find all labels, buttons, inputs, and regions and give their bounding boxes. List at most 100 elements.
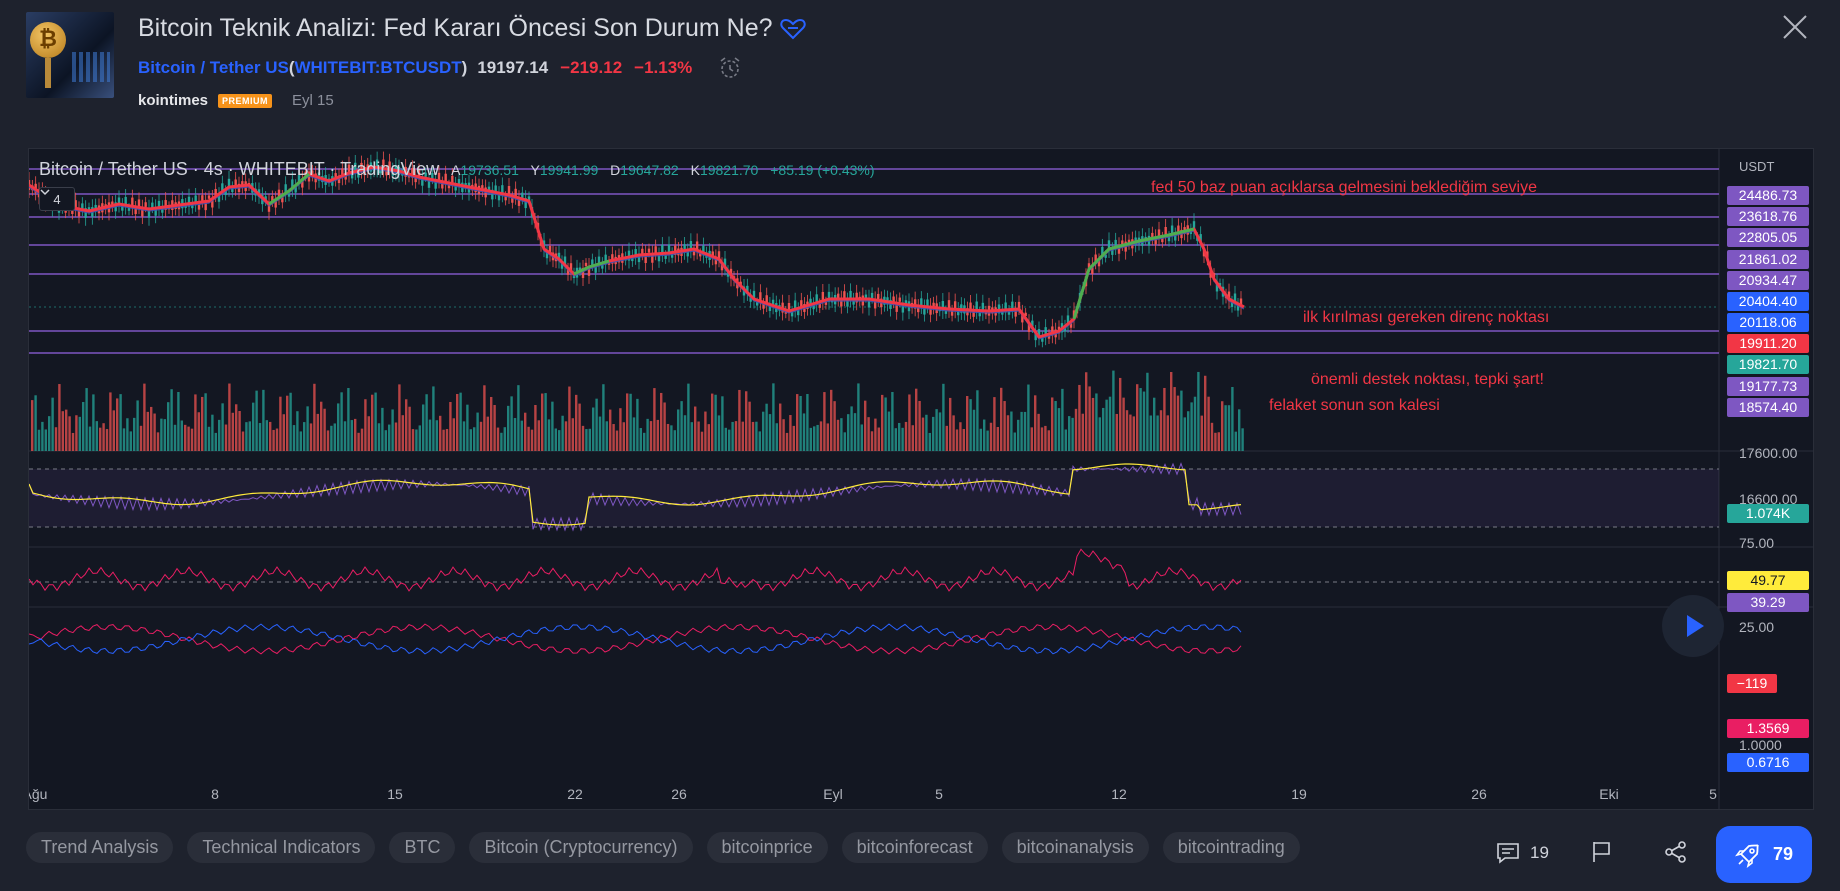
price-scale-17600: 17600.00 (1739, 445, 1798, 461)
heart-icon[interactable] (780, 16, 806, 42)
volume-bar (683, 415, 687, 451)
volume-bar (772, 383, 775, 451)
volume-bar (938, 412, 942, 451)
tag-bitcoinforecast[interactable]: bitcoinforecast (841, 832, 988, 863)
volume-bar (68, 416, 71, 451)
volume-bar (1010, 411, 1013, 451)
volume-bar (275, 428, 279, 451)
volume-bar (422, 404, 425, 451)
volume-bar (241, 431, 245, 451)
volume-bar (1057, 408, 1061, 451)
play-replay-button[interactable] (1662, 595, 1724, 657)
tag-bitcointrading[interactable]: bitcointrading (1162, 832, 1300, 863)
tag-bitcoinprice[interactable]: bitcoinprice (706, 832, 828, 863)
volume-bar (1034, 395, 1037, 451)
tag-technical-indicators[interactable]: Technical Indicators (187, 832, 376, 863)
symbol-code-link[interactable]: WHITEBIT:BTCUSDT (294, 58, 461, 78)
symbol-name-link[interactable]: Bitcoin / Tether US (138, 58, 289, 78)
volume-bar (830, 389, 833, 451)
volume-bar (405, 399, 408, 451)
volume-bar (1125, 410, 1129, 451)
tag-bitcoin-cryptocurrency[interactable]: Bitcoin (Cryptocurrency) (469, 832, 693, 863)
volume-bar (911, 425, 914, 451)
volume-bar (765, 403, 768, 451)
volume-bar (350, 420, 353, 451)
volume-bar (258, 423, 262, 451)
volume-bar (1214, 432, 1217, 451)
volume-bar (1193, 396, 1197, 451)
volume-bar (394, 422, 398, 451)
chart-annotation[interactable]: fed 50 baz puan açıklarsa gelmesini bekl… (1151, 179, 1537, 197)
share-icon[interactable] (1664, 840, 1688, 864)
candle-body (207, 195, 211, 199)
volume-bar (330, 425, 333, 451)
price-axis-label: 20934.47 (1727, 271, 1809, 290)
volume-bar (1061, 388, 1064, 451)
ohlc-change: +85.19 (+0.43%) (770, 162, 875, 178)
volume-bar (952, 415, 955, 451)
volume-bar (568, 386, 571, 451)
volume-bar (187, 426, 190, 451)
alarm-clock-icon[interactable] (718, 56, 742, 80)
tag-btc[interactable]: BTC (389, 832, 456, 863)
volume-bar (612, 424, 615, 451)
indicators-toggle[interactable]: 4 (39, 187, 75, 211)
volume-bar (806, 394, 809, 451)
volume-bar (1227, 405, 1231, 451)
volume-bar (1112, 370, 1115, 451)
volume-bar (160, 418, 163, 451)
volume-bar (1149, 415, 1152, 451)
volume-bar (925, 414, 928, 451)
volume-bar (592, 407, 595, 451)
volume-bar (452, 418, 455, 451)
volume-bar (660, 392, 663, 451)
volume-bar (374, 392, 377, 451)
volume-bar (813, 426, 816, 451)
flag-icon[interactable] (1590, 840, 1614, 864)
volume-bar (1190, 402, 1193, 451)
cci-line (29, 548, 1242, 592)
currency-label: USDT (1739, 159, 1775, 174)
chart-annotation[interactable]: felaket sonun son kalesi (1269, 397, 1440, 415)
volume-bar (1122, 397, 1125, 451)
volume-bar (190, 428, 194, 451)
author-name[interactable]: kointimes (138, 92, 208, 109)
ratio-scale-1: 1.0000 (1739, 737, 1782, 753)
volume-bar (173, 424, 177, 451)
chart-annotation[interactable]: ilk kırılması gereken direnç noktası (1303, 309, 1549, 327)
chart-legend: Bitcoin / Tether US · 4s · WHITEBIT · Tr… (39, 159, 883, 180)
volume-bar (728, 429, 731, 451)
avatar-bars (72, 52, 110, 82)
cci-label: −119 (1727, 674, 1777, 693)
chart-annotation[interactable]: önemli destek noktası, tepki şart! (1311, 371, 1544, 389)
volume-bar (520, 420, 523, 451)
boost-button[interactable]: 79 (1716, 826, 1812, 883)
ohlc-low-key: D (610, 162, 621, 178)
volume-bar (469, 429, 472, 451)
volume-bar (326, 430, 330, 451)
volume-bar (462, 421, 466, 451)
volume-bar (643, 432, 646, 451)
volume-bar (146, 411, 149, 451)
ohlc-high-key: Y (530, 162, 540, 178)
volume-bar (435, 420, 438, 451)
volume-bar (605, 421, 608, 451)
volume-bar (921, 417, 925, 451)
volume-bar (1204, 375, 1207, 451)
volume-bar (34, 395, 37, 451)
volume-bar (1071, 417, 1074, 451)
tag-trend-analysis[interactable]: Trend Analysis (26, 832, 174, 863)
volume-bar (1132, 416, 1135, 451)
close-icon[interactable] (1780, 12, 1810, 42)
volume-bar (58, 384, 61, 451)
tag-bitcoinanalysis[interactable]: bitcoinanalysis (1001, 832, 1149, 863)
volume-bar (745, 391, 748, 451)
author-avatar[interactable]: ₿ (26, 12, 114, 98)
chart-panel[interactable]: Bitcoin / Tether US · 4s · WHITEBIT · Tr… (28, 148, 1814, 810)
candle-body (584, 262, 588, 267)
volume-bar (945, 425, 948, 451)
volume-bar (272, 429, 275, 451)
comments-button[interactable]: 19 (1496, 842, 1549, 864)
avatar-stick (45, 58, 51, 88)
chart-canvas[interactable] (29, 149, 1813, 809)
